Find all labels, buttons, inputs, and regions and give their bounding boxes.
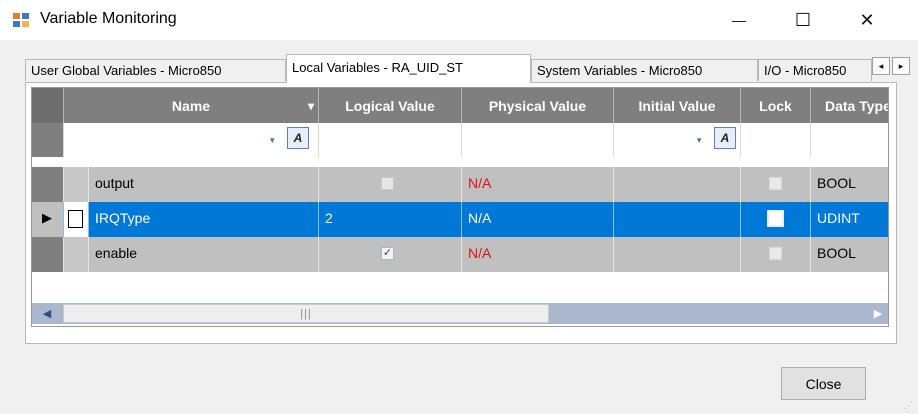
scroll-right-button[interactable]: ▶ [867,303,888,324]
filter-operator-icon[interactable]: A [287,127,309,149]
row-selector [32,123,64,157]
cell-data-type: BOOL [811,167,888,202]
logical-value-checkbox[interactable]: ✓ [381,247,394,260]
column-header-physical-value[interactable]: Physical Value [462,88,614,123]
cell-logical-value[interactable]: ✓ [319,237,462,272]
cell-data-type: BOOL [811,237,888,272]
arrow-right-icon: ▶ [873,308,883,320]
minimize-icon: — [732,12,746,28]
close-button[interactable]: Close [781,367,866,400]
tab-io[interactable]: I/O - Micro850 [758,59,872,81]
variable-grid-icon [13,13,29,27]
lock-checkbox[interactable] [767,210,784,227]
row-select-checkbox[interactable] [68,210,83,228]
chevron-right-icon: ▸ [898,60,904,71]
resize-grip-icon[interactable]: ⋰ [904,400,914,410]
maximize-icon: ☐ [794,9,812,30]
column-header-initial-value[interactable]: Initial Value [614,88,741,123]
filter-dropdown-icon[interactable]: ▾ [697,135,702,146]
variable-grid[interactable]: Name ▾ Logical Value Physical Value Init… [31,87,889,327]
grid-header: Name ▾ Logical Value Physical Value Init… [32,88,888,123]
tab-strip: User Global Variables - Micro850 Local V… [25,54,910,83]
lock-checkbox[interactable] [769,247,782,260]
header-corner [32,88,64,123]
tab-user-global-variables[interactable]: User Global Variables - Micro850 [25,59,286,81]
logical-value-checkbox[interactable] [381,177,394,190]
arrow-left-icon: ◀ [42,308,52,320]
row-selector[interactable] [32,237,64,272]
column-header-logical-value[interactable]: Logical Value [319,88,462,123]
horizontal-scrollbar[interactable]: ◀ ||| ▶ [32,303,888,324]
lock-checkbox[interactable] [769,177,782,190]
chevron-left-icon: ◂ [878,60,884,71]
column-header-data-type[interactable]: Data Type [811,88,888,123]
title-bar: Variable Monitoring — ☐ ✕ [0,0,918,40]
filter-cell-name[interactable]: ▾ A [64,123,319,157]
row-checkbox-cell[interactable] [64,202,89,237]
row-pointer-icon: ▶ [42,210,52,225]
scrollbar-thumb[interactable]: ||| [63,304,549,323]
cell-data-type: UDINT [811,202,888,237]
filter-cell-lock[interactable] [741,123,811,157]
cell-logical-value[interactable]: 2 [319,202,462,237]
grip-icon: ||| [300,307,312,320]
row-checkbox-cell[interactable] [64,167,89,202]
filter-dropdown-icon[interactable]: ▾ [270,135,275,146]
maximize-button[interactable]: ☐ [780,0,826,40]
sort-arrow-icon: ▾ [307,98,314,113]
filter-cell-logical[interactable] [319,123,462,157]
cell-logical-value[interactable] [319,167,462,202]
tab-local-variables[interactable]: Local Variables - RA_UID_ST [286,54,531,83]
tab-scroll-left-button[interactable]: ◂ [872,57,890,75]
cell-physical-value: N/A [462,167,614,202]
cell-name: IRQType [89,202,319,237]
column-header-lock[interactable]: Lock [741,88,811,123]
scroll-left-button[interactable]: ◀ [32,303,62,324]
tab-panel: Name ▾ Logical Value Physical Value Init… [25,82,897,344]
cell-lock[interactable] [741,237,811,272]
cell-initial-value[interactable] [614,237,741,272]
tab-scroll-right-button[interactable]: ▸ [892,57,910,75]
tab-scroll-buttons: ◂ ▸ [872,57,912,75]
close-icon: ✕ [859,9,875,30]
cell-physical-value: N/A [462,237,614,272]
cell-initial-value[interactable] [614,167,741,202]
cell-lock[interactable] [741,202,811,237]
table-row[interactable]: enable ✓ N/A BOOL [32,237,888,272]
close-window-button[interactable]: ✕ [844,0,890,40]
cell-name: enable [89,237,319,272]
table-row[interactable]: output N/A BOOL [32,167,888,202]
column-header-name[interactable]: Name ▾ [64,88,319,123]
table-row[interactable]: ▶ IRQType 2 N/A UDINT [32,202,888,237]
filter-cell-data-type[interactable] [811,123,888,157]
minimize-button[interactable]: — [716,0,762,40]
row-selector[interactable]: ▶ [32,202,64,237]
filter-cell-initial[interactable]: ▾ A [614,123,741,157]
row-selector[interactable] [32,167,64,202]
cell-initial-value[interactable] [614,202,741,237]
filter-row: ▾ A ▾ A [32,123,888,157]
cell-lock[interactable] [741,167,811,202]
cell-name: output [89,167,319,202]
filter-operator-icon[interactable]: A [714,127,736,149]
filter-cell-physical[interactable] [462,123,614,157]
tab-system-variables[interactable]: System Variables - Micro850 [531,59,758,81]
window-title: Variable Monitoring [40,10,177,27]
row-checkbox-cell[interactable] [64,237,89,272]
cell-physical-value: N/A [462,202,614,237]
